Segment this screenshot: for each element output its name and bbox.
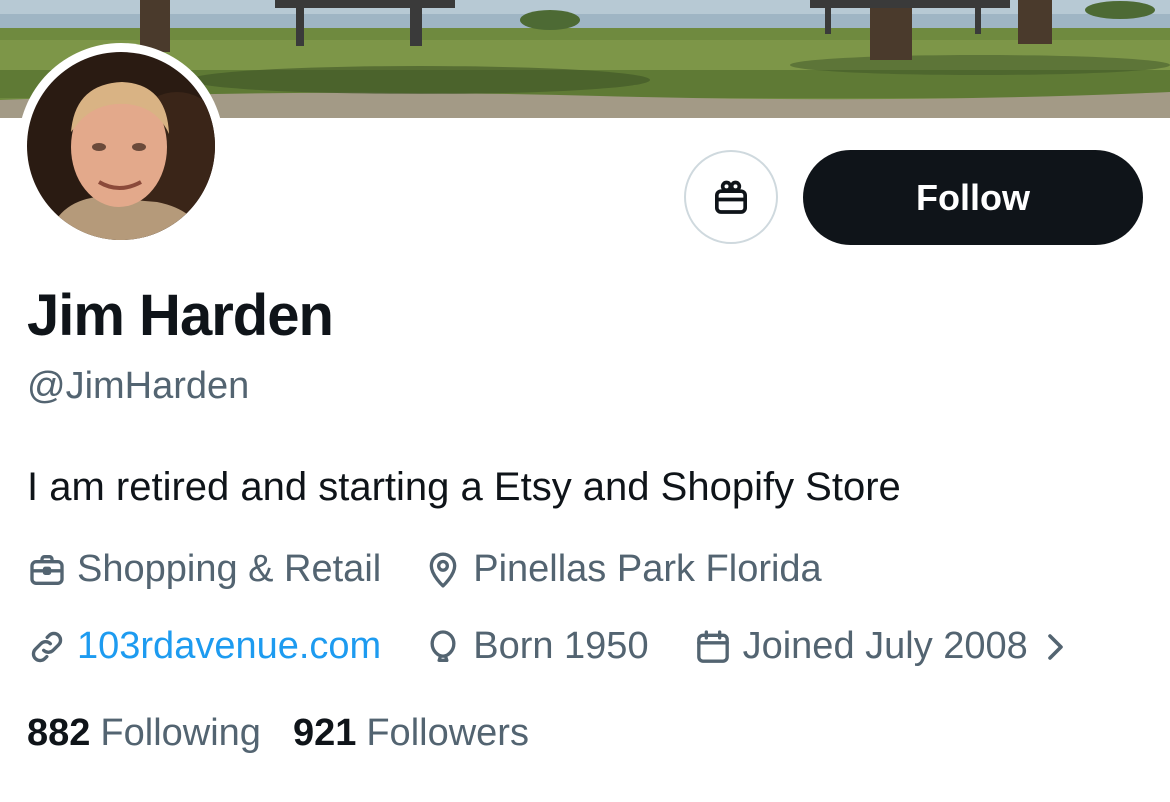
profile-category: Shopping & Retail <box>27 548 381 591</box>
profile-website[interactable]: 103rdavenue.com <box>27 625 381 668</box>
calendar-icon <box>696 629 729 663</box>
website-link[interactable]: 103rdavenue.com <box>77 625 381 668</box>
gift-icon <box>715 180 747 214</box>
gift-button[interactable] <box>684 150 778 244</box>
joined-label: Joined July 2008 <box>742 625 1028 667</box>
followers-count: 921 <box>292 712 357 754</box>
profile-bio: I am retired and starting a Etsy and Sho… <box>27 465 901 509</box>
avatar[interactable] <box>18 43 224 249</box>
link-icon <box>31 631 63 662</box>
profile-stats: 882 Following 921 Followers <box>27 712 529 755</box>
location-pin-icon <box>429 552 457 587</box>
location-label: Pinellas Park Florida <box>473 548 822 590</box>
briefcase-icon <box>30 554 64 585</box>
following-link[interactable]: 882 Following <box>27 712 261 755</box>
profile-name: Jim Harden <box>27 283 334 348</box>
followers-label: Followers <box>366 712 529 754</box>
profile-meta-row-1: Shopping & Retail Pinellas Park Florida <box>27 548 822 591</box>
profile-joined[interactable]: Joined July 2008 <box>693 625 1068 668</box>
profile-meta-row-2: 103rdavenue.com Born 1950 Joined July 20… <box>27 625 1068 668</box>
balloon-icon <box>430 629 456 662</box>
following-count: 882 <box>27 712 91 754</box>
born-label: Born 1950 <box>473 625 649 667</box>
chevron-right-icon[interactable] <box>1042 631 1068 663</box>
profile-location: Pinellas Park Florida <box>423 548 822 591</box>
category-label: Shopping & Retail <box>77 548 382 590</box>
follow-button[interactable]: Follow <box>803 150 1143 245</box>
profile-birthdate: Born 1950 <box>423 625 649 668</box>
following-label: Following <box>100 712 261 754</box>
profile-handle: @JimHarden <box>27 365 250 407</box>
followers-link[interactable]: 921 Followers <box>293 712 529 755</box>
